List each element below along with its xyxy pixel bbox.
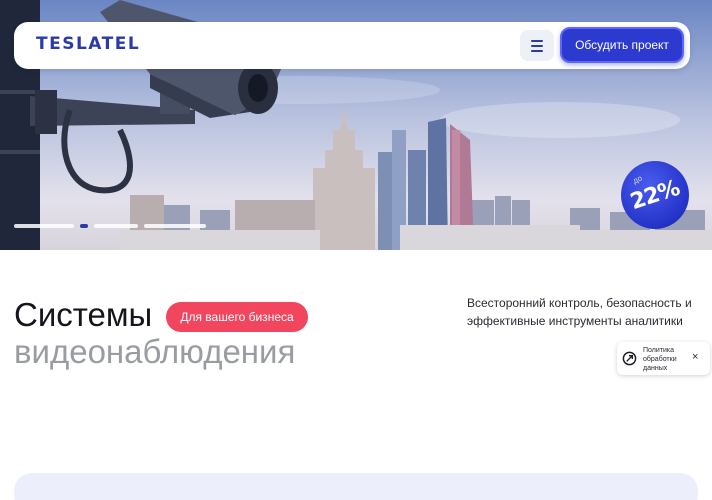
hero-banner: TESLATEL Обсудить проект до 22%: [0, 0, 712, 250]
slider-dot-active[interactable]: [80, 224, 88, 228]
menu-icon: [531, 40, 543, 42]
slider-pagination: [14, 224, 206, 228]
privacy-icon: [622, 351, 637, 366]
slider-dot[interactable]: [144, 224, 206, 228]
close-icon[interactable]: ×: [692, 351, 698, 363]
badge-subtext: до: [631, 173, 644, 186]
logo[interactable]: TESLATEL: [36, 34, 140, 54]
next-section-panel: [14, 473, 698, 500]
page-title-line1: Системы: [14, 296, 153, 333]
privacy-notice: Политика обработки данных ×: [617, 342, 710, 375]
discuss-project-button[interactable]: Обсудить проект: [560, 27, 684, 63]
privacy-notice-text[interactable]: Политика обработки данных: [643, 346, 687, 373]
site-header: TESLATEL Обсудить проект: [14, 22, 690, 69]
discount-badge: до 22%: [621, 161, 689, 229]
slider-dot[interactable]: [94, 224, 138, 228]
business-tag: Для вашего бизнеса: [166, 302, 308, 332]
menu-button[interactable]: [520, 30, 554, 61]
slider-dot[interactable]: [14, 224, 74, 228]
hero-description: Всесторонний контроль, безопасность и эф…: [467, 296, 692, 328]
page-title-line2: видеонаблюдения: [14, 333, 296, 370]
